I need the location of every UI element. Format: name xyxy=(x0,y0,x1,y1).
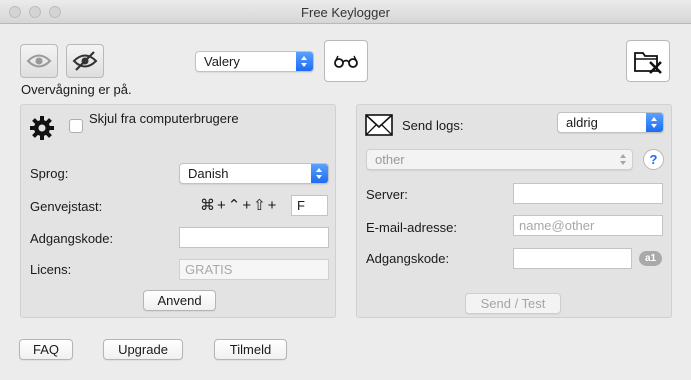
chevron-updown-icon xyxy=(615,150,632,169)
hide-from-users-checkbox[interactable] xyxy=(69,119,83,133)
help-button[interactable]: ? xyxy=(643,149,664,170)
send-logs-value: aldrig xyxy=(566,115,598,130)
settings-password-field[interactable] xyxy=(179,227,329,248)
apply-button[interactable]: Anvend xyxy=(143,290,216,311)
language-select[interactable]: Danish xyxy=(179,163,329,184)
window-title: Free Keylogger xyxy=(301,5,390,20)
chevron-updown-icon xyxy=(311,164,328,183)
password-badge: a1 xyxy=(639,251,663,266)
hotkey-modifiers: ⌘+⌃+⇧+ xyxy=(200,197,279,214)
glasses-icon xyxy=(334,55,358,68)
license-label: Licens: xyxy=(30,262,72,277)
chevron-updown-icon xyxy=(296,52,313,71)
language-label: Sprog: xyxy=(30,166,69,181)
settings-password-label: Adgangskode: xyxy=(30,231,114,246)
chevron-updown-icon xyxy=(646,113,663,132)
signup-button[interactable]: Tilmeld xyxy=(214,339,287,360)
hotkey-key-field[interactable]: F xyxy=(291,195,328,216)
upgrade-button[interactable]: Upgrade xyxy=(103,339,183,360)
user-select-value: Valery xyxy=(204,54,240,69)
gear-icon xyxy=(30,116,54,140)
server-field[interactable] xyxy=(513,183,663,204)
email-panel: Send logs: aldrig other ? Server: E-mail… xyxy=(356,104,672,318)
stop-monitoring-button[interactable] xyxy=(66,44,104,78)
envelope-icon xyxy=(365,114,393,136)
email-address-label: E-mail-adresse: xyxy=(366,220,458,235)
email-provider-select: other xyxy=(366,149,633,170)
email-provider-value: other xyxy=(375,152,405,167)
send-test-button: Send / Test xyxy=(465,293,561,314)
email-password-label: Adgangskode: xyxy=(366,251,450,266)
settings-panel: Skjul fra computerbrugere Sprog: Danish … xyxy=(20,104,336,318)
app-window: Free Keylogger Overvågning er på. Valery xyxy=(0,0,691,380)
license-field: GRATIS xyxy=(179,259,329,280)
hide-from-users-label: Skjul fra computerbrugere xyxy=(89,111,239,126)
eye-off-icon xyxy=(72,51,98,71)
send-logs-label: Send logs: xyxy=(402,118,464,133)
eye-icon xyxy=(26,54,52,68)
user-select[interactable]: Valery xyxy=(195,51,314,72)
start-monitoring-button[interactable] xyxy=(20,44,58,78)
language-select-value: Danish xyxy=(188,166,229,181)
email-address-field[interactable]: name@other xyxy=(513,215,663,236)
clear-logs-button[interactable] xyxy=(626,40,670,82)
monitoring-status-text: Overvågning er på. xyxy=(21,82,132,97)
send-logs-select[interactable]: aldrig xyxy=(557,112,664,133)
view-logs-button[interactable] xyxy=(324,40,368,82)
email-password-field[interactable] xyxy=(513,248,632,269)
folder-delete-icon xyxy=(634,52,662,74)
server-label: Server: xyxy=(366,187,408,202)
hotkey-label: Genvejstast: xyxy=(30,199,103,214)
faq-button[interactable]: FAQ xyxy=(19,339,73,360)
title-bar: Free Keylogger xyxy=(0,0,691,24)
